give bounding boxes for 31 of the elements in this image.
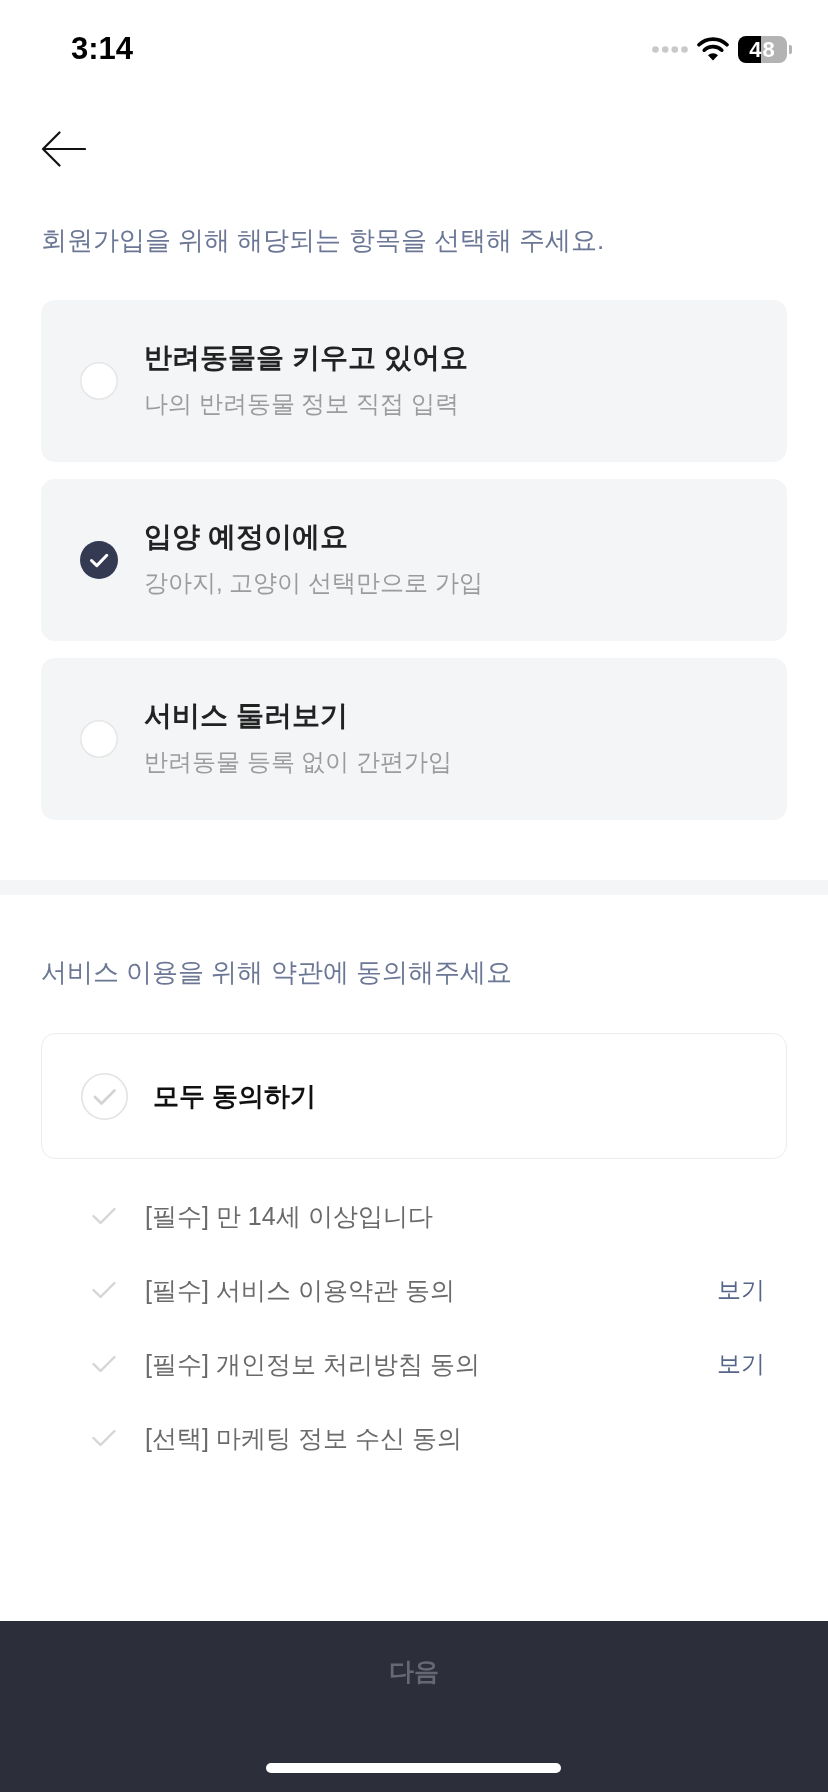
option-card[interactable]: 입양 예정이에요 강아지, 고양이 선택만으로 가입 (41, 479, 787, 641)
option-subtitle: 나의 반려동물 정보 직접 입력 (144, 389, 459, 419)
option-card[interactable]: 반려동물을 키우고 있어요 나의 반려동물 정보 직접 입력 (41, 300, 787, 462)
terms-prompt: 서비스 이용을 위해 약관에 동의해주세요 (41, 956, 512, 988)
check-circle-icon[interactable] (81, 1072, 128, 1120)
check-icon[interactable] (92, 1429, 116, 1447)
term-label: [필수] 개인정보 처리방침 동의 (145, 1349, 480, 1380)
radio-icon[interactable] (80, 720, 118, 758)
signal-icon (652, 45, 688, 53)
term-label: [필수] 서비스 이용약관 동의 (145, 1275, 455, 1306)
option-title: 입양 예정이에요 (144, 521, 348, 553)
check-icon[interactable] (92, 1281, 116, 1299)
view-link[interactable]: 보기 (717, 1274, 765, 1306)
back-arrow-icon[interactable] (41, 131, 86, 167)
term-label: [선택] 마케팅 정보 수신 동의 (145, 1423, 462, 1454)
view-link[interactable]: 보기 (717, 1348, 765, 1380)
check-icon[interactable] (92, 1207, 116, 1225)
option-subtitle: 강아지, 고양이 선택만으로 가입 (144, 568, 483, 598)
option-title: 반려동물을 키우고 있어요 (144, 342, 468, 374)
option-title: 서비스 둘러보기 (144, 700, 348, 732)
wifi-icon (697, 37, 729, 61)
check-icon[interactable] (92, 1355, 116, 1373)
option-subtitle: 반려동물 등록 없이 간편가입 (144, 747, 452, 777)
agree-all-card[interactable]: 모두 동의하기 (41, 1033, 787, 1159)
option-card[interactable]: 서비스 둘러보기 반려동물 등록 없이 간편가입 (41, 658, 787, 820)
term-label: [필수] 만 14세 이상입니다 (145, 1201, 433, 1232)
agree-all-label: 모두 동의하기 (153, 1080, 317, 1112)
signup-prompt: 회원가입을 위해 해당되는 항목을 선택해 주세요. (41, 224, 605, 256)
radio-icon[interactable] (80, 541, 118, 579)
radio-icon[interactable] (80, 362, 118, 400)
status-time: 3:14 (71, 31, 134, 67)
